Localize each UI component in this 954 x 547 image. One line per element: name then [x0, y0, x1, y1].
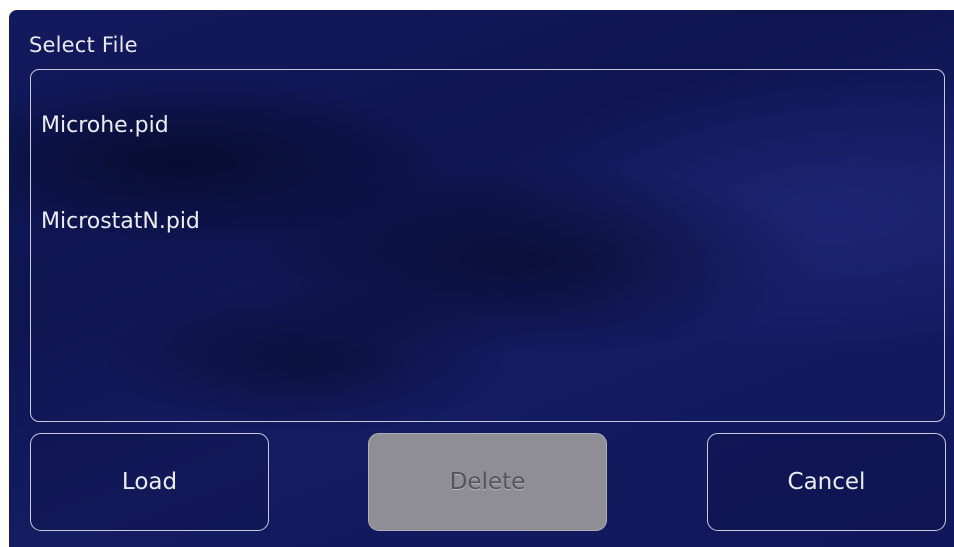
dialog-title: Select File [29, 33, 138, 57]
file-list[interactable]: Microhe.pid MicrostatN.pid [30, 69, 945, 422]
cancel-button[interactable]: Cancel [707, 433, 946, 531]
file-list-item[interactable]: Microhe.pid [41, 106, 921, 146]
file-list-item[interactable]: MicrostatN.pid [41, 202, 921, 242]
delete-button: Delete [368, 433, 607, 531]
select-file-dialog: Select File Microhe.pid MicrostatN.pid L… [9, 10, 954, 547]
load-button[interactable]: Load [30, 433, 269, 531]
